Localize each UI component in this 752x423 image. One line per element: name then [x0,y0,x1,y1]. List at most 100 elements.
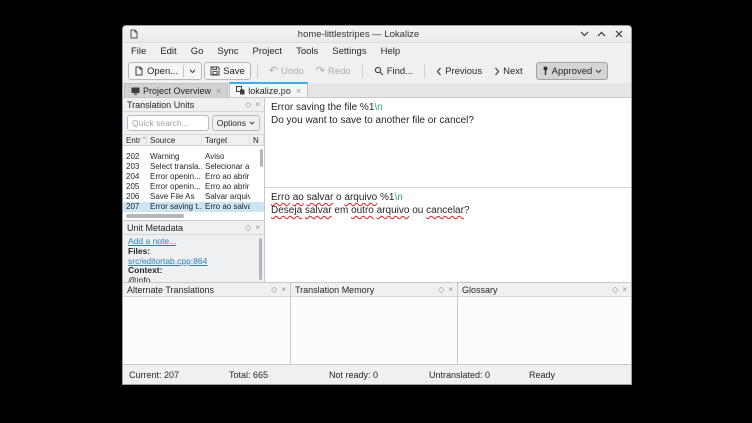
table-cell [250,202,264,212]
text-token: Error saving the file %1 [271,102,375,113]
column-header-target[interactable]: Target [202,135,250,145]
menu-sync[interactable]: Sync [217,46,238,57]
panel-title: Unit Metadata [127,222,184,233]
status-total: Total: 665 [229,369,269,380]
table-cell: Salvar arquiv... [205,192,250,201]
panel-title: Alternate Translations [127,284,215,295]
title-bar[interactable]: home-littlestripes — Lokalize [123,26,631,43]
save-button[interactable]: Save [204,62,251,80]
table-cell: Erro ao abrir ... [205,172,250,181]
newline-tag: \n [394,192,403,203]
menu-settings[interactable]: Settings [332,46,366,57]
column-header-entry[interactable]: Entr ^ [123,135,147,145]
table-row[interactable]: 207 Error saving t...Erro ao salvar... [123,202,264,212]
next-button[interactable]: Next [489,62,528,80]
table-cell: 202 [126,152,140,161]
text-token: arquivo [344,192,378,203]
close-panel-icon[interactable]: × [255,223,260,232]
close-button[interactable] [612,28,625,41]
text-token: %1 [377,192,395,203]
column-header-notes[interactable]: N [250,135,264,145]
target-text-editor[interactable]: Erro ao salvar o arquivo %1\n Deseja salv… [265,188,631,282]
table-row[interactable]: 202 Warning Aviso [123,152,264,162]
table-body: 201The document...O documento...202Warni… [123,146,264,213]
table-row[interactable]: 206 Save File As Salvar arquiv... [123,192,264,202]
chevron-down-icon[interactable] [595,69,602,74]
translation-units-panel: Translation Units ◇ × Options [123,98,264,221]
status-bar: Current: 207 Total: 665 Not ready: 0 Unt… [123,364,631,384]
tab-lokalize-po[interactable]: lokalize.po × [229,82,309,97]
table-row[interactable]: 204 Error openin... Erro ao abrir ... [123,172,264,182]
menu-help[interactable]: Help [381,46,401,57]
unit-metadata-panel: Unit Metadata ◇ × Add a note... Files: s… [123,221,264,282]
editor-tab-bar: Project Overview × lokalize.po × [123,82,631,98]
quick-search-input[interactable] [127,115,209,131]
panel-title: Translation Memory [295,284,375,295]
menu-go[interactable]: Go [191,46,204,57]
files-label: Files: [128,245,151,256]
undo-icon: ↶ [268,64,279,77]
text-token: em [331,205,352,216]
source-file-link[interactable]: src/editortab.cpp:864 [128,256,207,266]
float-panel-icon[interactable]: ◇ [612,285,618,294]
status-untranslated: Untranslated: 0 [429,369,491,380]
open-button[interactable]: Open... [128,62,203,80]
translation-units-header[interactable]: Translation Units ◇ × [123,98,264,112]
editor-line: Erro ao salvar o arquivo %1\n [271,191,625,204]
redo-button[interactable]: ↷ Redo [311,62,356,80]
menu-project[interactable]: Project [253,46,283,57]
main-toolbar: Open... Save ↶ Undo ↷ Redo Find... Previ… [123,59,631,83]
table-cell: Selecionar ar... [205,162,250,171]
alternate-translations-header[interactable]: Alternate Translations ◇ × [123,283,290,297]
options-button[interactable]: Options [211,115,260,131]
previous-label: Previous [445,65,483,77]
chevron-down-icon[interactable] [189,69,196,74]
float-panel-icon[interactable]: ◇ [245,223,251,232]
menu-edit[interactable]: Edit [160,46,176,57]
table-cell: 207 [126,202,140,211]
column-header-source[interactable]: Source [147,135,202,145]
redo-icon: ↷ [315,64,325,77]
float-panel-icon[interactable]: ◇ [245,100,251,109]
toolbar-separator [361,64,363,78]
add-note-link[interactable]: Add a note... [128,236,176,246]
desktop-background: home-littlestripes — Lokalize File Edit … [0,0,752,423]
find-button[interactable]: Find... [369,62,418,80]
table-cell [250,192,264,202]
vertical-scrollbar-thumb[interactable] [259,238,262,280]
close-panel-icon[interactable]: × [448,285,453,294]
glossary-header[interactable]: Glossary ◇ × [458,283,631,297]
tab-close-icon[interactable]: × [216,86,221,96]
tab-label: Project Overview [143,85,212,96]
horizontal-scrollbar[interactable] [123,213,264,220]
table-cell: 204 [126,172,140,181]
previous-button[interactable]: Previous [431,62,487,80]
minimize-button[interactable] [578,28,591,41]
close-panel-icon[interactable]: × [255,100,260,109]
text-token: Do you want to save to another file or c… [271,115,474,126]
menu-tools[interactable]: Tools [296,46,318,57]
translation-memory-content [291,297,457,364]
unit-metadata-content: Add a note... Files: src/editortab.cpp:8… [123,235,264,282]
table-row[interactable]: 205 Error openin... Erro ao abrir ... [123,182,264,192]
chevron-right-icon [494,67,500,76]
save-icon [210,66,220,76]
close-panel-icon[interactable]: × [281,285,286,294]
scrollbar-thumb[interactable] [126,214,184,218]
tab-close-icon[interactable]: × [296,86,301,96]
save-label: Save [223,65,245,77]
menu-file[interactable]: File [131,46,146,57]
open-label: Open... [147,65,179,77]
vertical-scrollbar-thumb[interactable] [260,149,263,167]
approved-button[interactable]: Approved [535,62,609,80]
translation-memory-header[interactable]: Translation Memory ◇ × [291,283,457,297]
undo-button[interactable]: ↶ Undo [264,62,309,80]
table-row[interactable]: 203 Select transla...Selecionar ar... [123,162,264,172]
unit-metadata-header[interactable]: Unit Metadata ◇ × [123,221,264,235]
approved-label: Approved [551,65,593,77]
float-panel-icon[interactable]: ◇ [438,285,444,294]
close-panel-icon[interactable]: × [622,285,627,294]
tab-project-overview[interactable]: Project Overview × [124,83,229,97]
float-panel-icon[interactable]: ◇ [271,285,277,294]
maximize-button[interactable] [595,28,608,41]
